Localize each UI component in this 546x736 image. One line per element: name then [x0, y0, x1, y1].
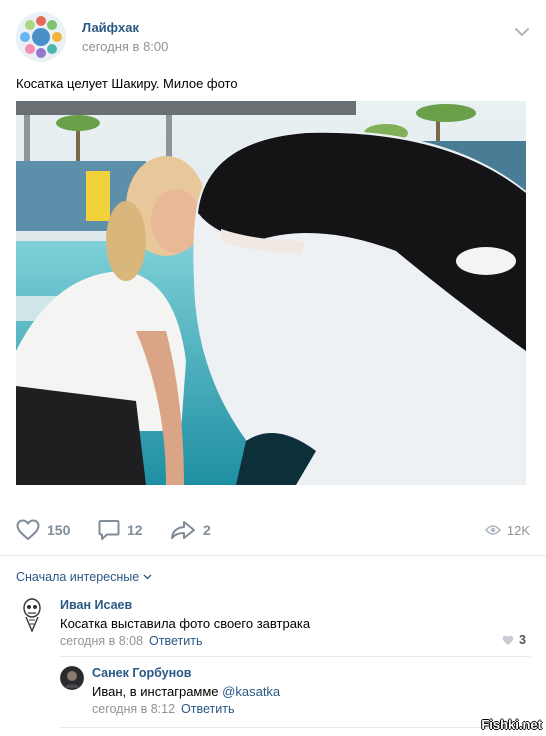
comment-meta: сегодня в 8:12 Ответить — [92, 702, 234, 716]
group-name[interactable]: Лайфхак — [82, 20, 139, 35]
comment-likes-count: 3 — [519, 633, 526, 647]
eye-icon — [484, 525, 501, 535]
chevron-down-icon — [143, 574, 152, 580]
heart-icon — [502, 635, 514, 645]
like-button[interactable]: 150 — [16, 516, 70, 544]
comment-like-button[interactable]: 3 — [502, 633, 526, 647]
sort-toggle[interactable]: Сначала интересные — [16, 570, 152, 584]
avatar[interactable] — [60, 666, 84, 690]
post-time[interactable]: сегодня в 8:00 — [82, 39, 168, 54]
comment-time[interactable]: сегодня в 8:12 — [92, 702, 175, 716]
comment-icon — [98, 520, 120, 540]
watermark: Fishki.net — [481, 717, 542, 732]
views-counter: 12K — [484, 516, 530, 544]
share-icon — [171, 521, 195, 539]
sort-label: Сначала интересные — [16, 570, 140, 584]
divider — [0, 555, 546, 556]
comment-text: Косатка выставила фото своего завтрака — [60, 616, 311, 631]
group-avatar[interactable] — [16, 12, 66, 62]
comment-reply: Санек Горбунов Иван, в инстаграмме @kasa… — [60, 666, 530, 720]
comment: Иван Исаев Косатка выставила фото своего… — [16, 598, 530, 652]
post-photo[interactable] — [16, 101, 526, 485]
comment-text-body: Иван, в инстаграмме — [92, 684, 223, 699]
post-actions: 150 12 2 12K — [16, 516, 530, 544]
comment-button[interactable]: 12 — [98, 516, 143, 544]
heart-icon — [16, 519, 40, 540]
comment-author[interactable]: Санек Горбунов — [92, 666, 191, 680]
divider — [60, 656, 530, 657]
share-button[interactable]: 2 — [170, 516, 211, 544]
reply-button[interactable]: Ответить — [181, 702, 234, 716]
shares-count: 2 — [203, 522, 211, 538]
chevron-down-icon[interactable] — [514, 24, 530, 36]
comment-author[interactable]: Иван Исаев — [60, 598, 132, 612]
post-text: Косатка целует Шакиру. Милое фото — [16, 76, 238, 91]
divider — [60, 727, 530, 728]
mention-link[interactable]: @kasatka — [222, 684, 280, 699]
comment-meta: сегодня в 8:08 Ответить — [60, 634, 202, 648]
views-count: 12K — [506, 522, 530, 538]
avatar[interactable] — [20, 598, 44, 632]
likes-count: 150 — [47, 522, 71, 538]
post-header: Лайфхак сегодня в 8:00 — [16, 12, 530, 62]
reply-button[interactable]: Ответить — [149, 634, 202, 648]
comment-time[interactable]: сегодня в 8:08 — [60, 634, 143, 648]
comments-count: 12 — [127, 522, 143, 538]
comment-text: Иван, в инстаграмме @kasatka — [92, 684, 280, 699]
